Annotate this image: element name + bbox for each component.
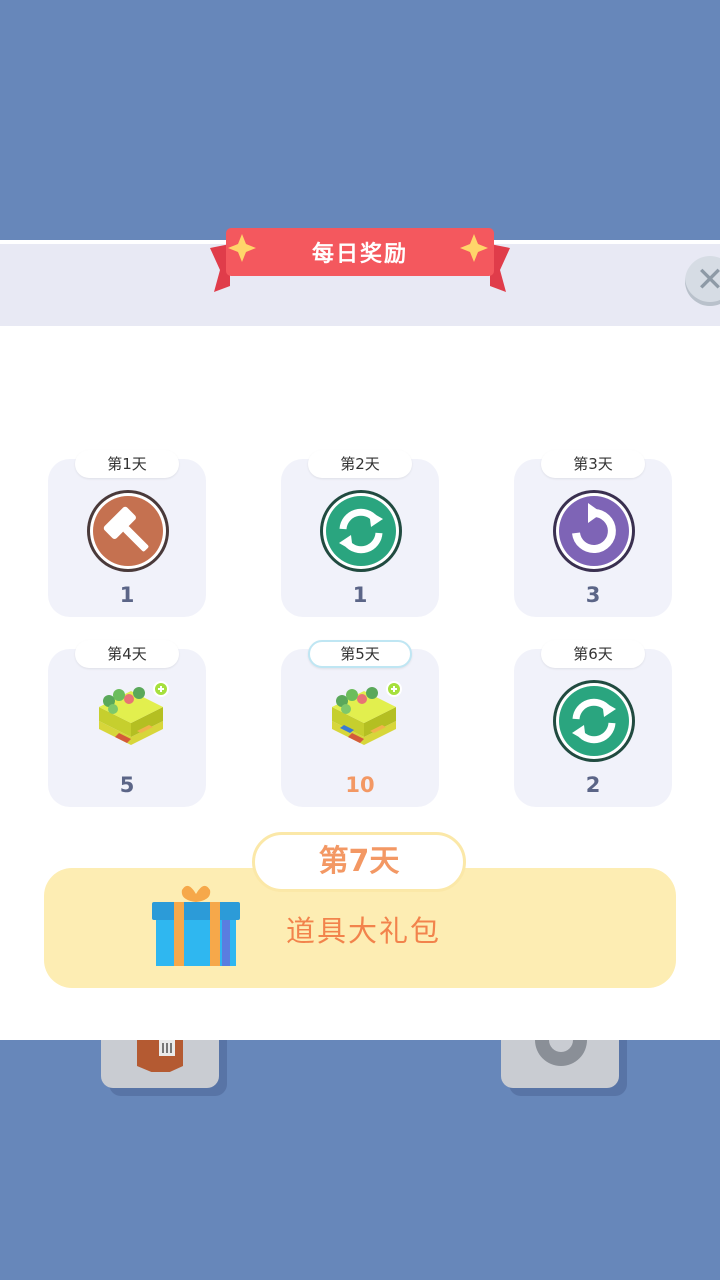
day-reward-count: 2 <box>585 773 601 797</box>
rotate-icon <box>553 490 635 572</box>
day-reward-count: 1 <box>119 583 135 607</box>
day-label: 第3天 <box>541 450 645 478</box>
island-tile-icon <box>332 681 402 745</box>
hammer-icon <box>87 490 169 572</box>
day-3-reward-card[interactable]: 第3天 3 <box>514 450 672 617</box>
day-label: 第6天 <box>541 640 645 668</box>
refresh-icon <box>553 680 635 762</box>
gift-box-icon <box>152 885 240 966</box>
dialog-title-ribbon: 每日奖励 <box>208 226 512 294</box>
day-label: 第2天 <box>308 450 412 478</box>
day-7-reward-name: 道具大礼包 <box>286 914 442 948</box>
day-reward-count: 10 <box>345 773 375 797</box>
island-tile-icon <box>99 681 169 745</box>
day-reward-count: 3 <box>585 583 601 607</box>
day-7-label: 第7天 <box>252 832 466 892</box>
close-icon: ✕ <box>695 260 720 300</box>
day-6-reward-card[interactable]: 第6天 2 <box>514 640 672 807</box>
day-label: 第4天 <box>75 640 179 668</box>
day-2-reward-card[interactable]: 第2天 1 <box>281 450 439 617</box>
day-1-reward-card[interactable]: 第1天 1 <box>48 450 206 617</box>
day-reward-count: 1 <box>352 583 368 607</box>
dialog-title: 每日奖励 <box>311 242 408 267</box>
day-label: 第5天 <box>308 640 412 668</box>
day-reward-count: 5 <box>119 773 135 797</box>
day-label: 第1天 <box>75 450 179 478</box>
day-5-reward-card[interactable]: 第5天 10 <box>281 640 439 807</box>
day-4-reward-card[interactable]: 第4天 5 <box>48 640 206 807</box>
refresh-icon <box>320 490 402 572</box>
